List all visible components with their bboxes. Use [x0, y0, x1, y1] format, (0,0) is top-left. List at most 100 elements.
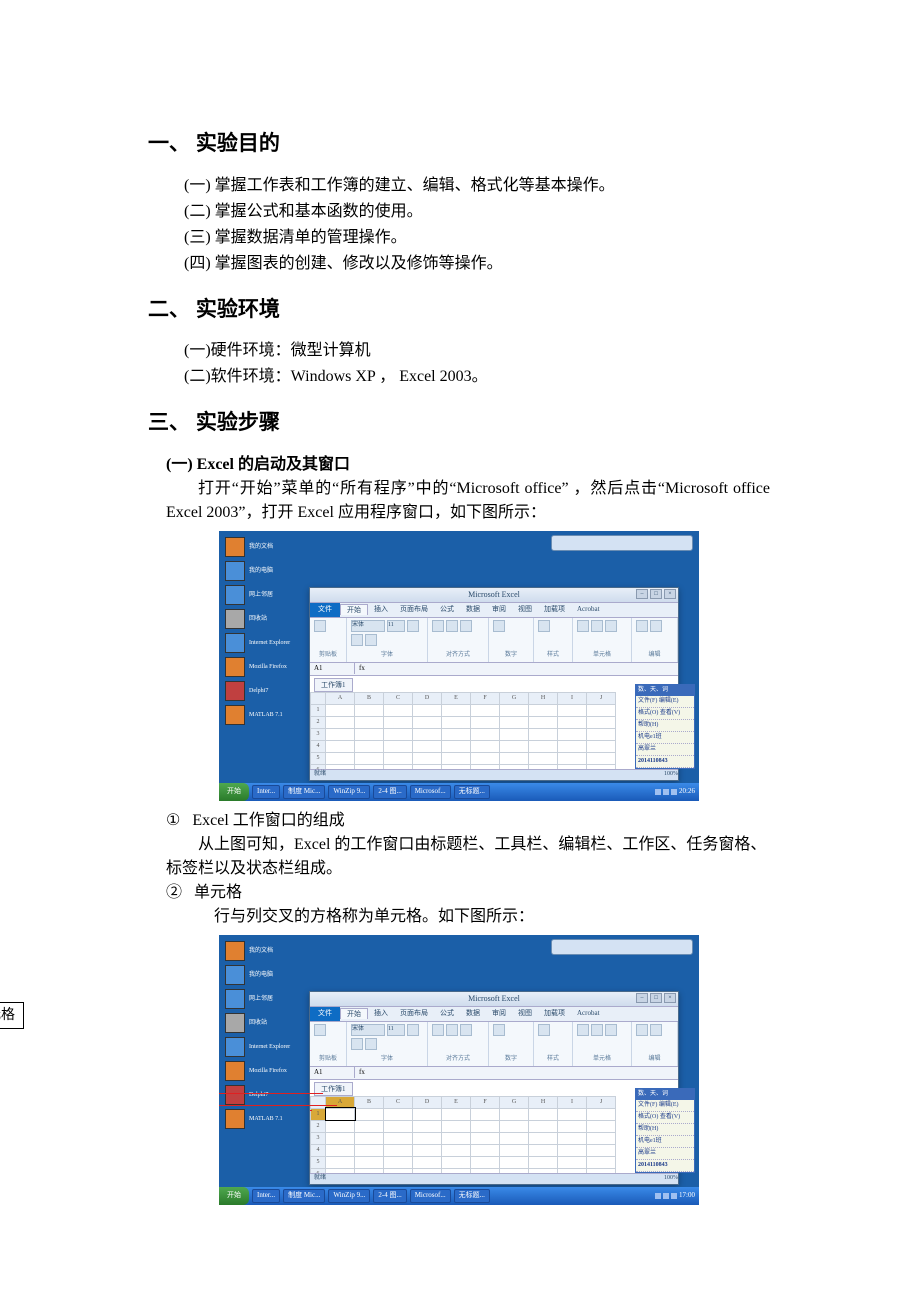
- taskbar-item[interactable]: Microsof...: [410, 785, 451, 799]
- align-icon[interactable]: [432, 620, 444, 632]
- minimize-icon[interactable]: –: [636, 993, 648, 1003]
- col-header[interactable]: G: [500, 692, 529, 704]
- tab-layout[interactable]: 页面布局: [394, 1008, 434, 1019]
- row-header[interactable]: 6: [311, 1168, 326, 1173]
- workbook-tab[interactable]: 工作簿1: [314, 678, 353, 693]
- col-header[interactable]: E: [442, 1096, 471, 1108]
- number-icon[interactable]: [493, 620, 505, 632]
- find-button[interactable]: [650, 1024, 662, 1036]
- tab-view[interactable]: 视图: [512, 604, 538, 615]
- format-button[interactable]: [605, 1024, 617, 1036]
- taskbar-item[interactable]: 制度 Mic...: [283, 785, 325, 799]
- taskbar-item[interactable]: 2-4 图...: [373, 785, 406, 799]
- maximize-icon[interactable]: □: [650, 589, 662, 599]
- col-header-a[interactable]: A: [326, 1096, 355, 1108]
- row-header-1[interactable]: 1: [311, 1108, 326, 1120]
- col-header[interactable]: E: [442, 692, 471, 704]
- col-header[interactable]: G: [500, 1096, 529, 1108]
- font-selector[interactable]: 宋体: [351, 620, 385, 632]
- insert-button[interactable]: [577, 620, 589, 632]
- tab-file[interactable]: 文件: [310, 603, 340, 617]
- sort-button[interactable]: [636, 1024, 648, 1036]
- style-icon[interactable]: [538, 620, 550, 632]
- row-header[interactable]: 1: [311, 704, 326, 716]
- col-header[interactable]: C: [384, 1096, 413, 1108]
- close-icon[interactable]: ×: [664, 993, 676, 1003]
- paste-icon[interactable]: [314, 1024, 326, 1036]
- col-header[interactable]: D: [413, 1096, 442, 1108]
- tab-review[interactable]: 审阅: [486, 1008, 512, 1019]
- tab-formula[interactable]: 公式: [434, 604, 460, 615]
- fontsize-selector[interactable]: 11: [387, 1024, 405, 1036]
- delete-button[interactable]: [591, 620, 603, 632]
- col-header[interactable]: D: [413, 692, 442, 704]
- tab-acrobat[interactable]: Acrobat: [571, 1008, 606, 1019]
- row-header[interactable]: 2: [311, 716, 326, 728]
- col-header[interactable]: H: [529, 1096, 558, 1108]
- insert-button[interactable]: [577, 1024, 589, 1036]
- tab-layout[interactable]: 页面布局: [394, 604, 434, 615]
- spreadsheet-grid[interactable]: A B C D E F G H I J 1: [310, 692, 678, 769]
- select-all[interactable]: [311, 692, 326, 704]
- close-icon[interactable]: ×: [664, 589, 676, 599]
- style-icon[interactable]: [538, 1024, 550, 1036]
- col-header[interactable]: C: [384, 692, 413, 704]
- col-header[interactable]: J: [587, 692, 616, 704]
- font-selector[interactable]: 宋体: [351, 1024, 385, 1036]
- tab-addin[interactable]: 加载项: [538, 1008, 571, 1019]
- italic-icon[interactable]: [351, 634, 363, 646]
- row-header[interactable]: 2: [311, 1120, 326, 1132]
- fontsize-selector[interactable]: 11: [387, 620, 405, 632]
- row-header[interactable]: 5: [311, 752, 326, 764]
- tab-view[interactable]: 视图: [512, 1008, 538, 1019]
- underline-icon[interactable]: [365, 1038, 377, 1050]
- delete-button[interactable]: [591, 1024, 603, 1036]
- taskbar-item[interactable]: WinZip 9...: [328, 1189, 370, 1203]
- underline-icon[interactable]: [365, 634, 377, 646]
- tab-review[interactable]: 审阅: [486, 604, 512, 615]
- col-header[interactable]: B: [355, 692, 384, 704]
- row-header[interactable]: 3: [311, 1132, 326, 1144]
- spreadsheet-grid[interactable]: A B C D E F G H I J 1: [310, 1096, 678, 1173]
- minimize-icon[interactable]: –: [636, 589, 648, 599]
- tab-data[interactable]: 数据: [460, 1008, 486, 1019]
- col-header[interactable]: F: [471, 692, 500, 704]
- align-icon[interactable]: [460, 620, 472, 632]
- start-button[interactable]: 开始: [219, 783, 249, 801]
- format-button[interactable]: [605, 620, 617, 632]
- workbook-tab[interactable]: 工作簿1: [314, 1082, 353, 1097]
- col-header[interactable]: F: [471, 1096, 500, 1108]
- taskbar-item[interactable]: Inter...: [252, 1189, 280, 1203]
- taskbar-item[interactable]: 制度 Mic...: [283, 1189, 325, 1203]
- bold-icon[interactable]: [407, 1024, 419, 1036]
- start-button[interactable]: 开始: [219, 1187, 249, 1205]
- number-icon[interactable]: [493, 1024, 505, 1036]
- paste-icon[interactable]: [314, 620, 326, 632]
- tab-insert[interactable]: 插入: [368, 1008, 394, 1019]
- col-header[interactable]: B: [355, 1096, 384, 1108]
- align-icon[interactable]: [446, 1024, 458, 1036]
- col-header[interactable]: A: [326, 692, 355, 704]
- tab-home[interactable]: 开始: [340, 1008, 368, 1020]
- name-box[interactable]: A1: [310, 663, 355, 674]
- tab-data[interactable]: 数据: [460, 604, 486, 615]
- tab-home[interactable]: 开始: [340, 604, 368, 616]
- col-header[interactable]: I: [558, 1096, 587, 1108]
- tab-acrobat[interactable]: Acrobat: [571, 604, 606, 615]
- align-icon[interactable]: [432, 1024, 444, 1036]
- taskbar-item[interactable]: WinZip 9...: [328, 785, 370, 799]
- select-all[interactable]: [311, 1096, 326, 1108]
- maximize-icon[interactable]: □: [650, 993, 662, 1003]
- tab-file[interactable]: 文件: [310, 1007, 340, 1021]
- row-header[interactable]: 6: [311, 764, 326, 769]
- name-box[interactable]: A1: [310, 1067, 355, 1078]
- align-icon[interactable]: [446, 620, 458, 632]
- col-header[interactable]: J: [587, 1096, 616, 1108]
- row-header[interactable]: 4: [311, 740, 326, 752]
- taskbar-item[interactable]: 无标题...: [454, 785, 490, 799]
- align-icon[interactable]: [460, 1024, 472, 1036]
- taskbar-item[interactable]: Inter...: [252, 785, 280, 799]
- bold-icon[interactable]: [407, 620, 419, 632]
- italic-icon[interactable]: [351, 1038, 363, 1050]
- row-header[interactable]: 3: [311, 728, 326, 740]
